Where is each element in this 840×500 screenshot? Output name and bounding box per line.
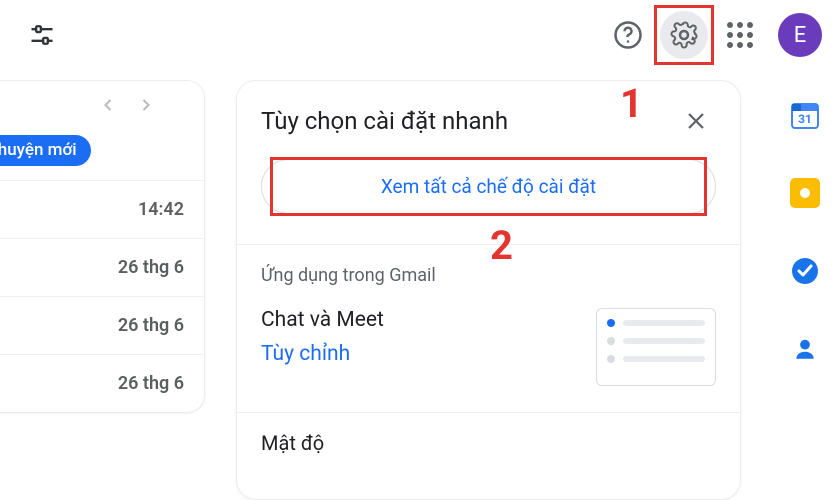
side-panel: 31 bbox=[770, 100, 840, 364]
chat-meet-title: Chat và Meet bbox=[261, 308, 384, 332]
help-icon[interactable] bbox=[604, 11, 652, 59]
settings-button[interactable] bbox=[660, 11, 708, 59]
new-chat-chip[interactable]: o chuyện mới bbox=[0, 135, 91, 166]
keep-icon[interactable] bbox=[790, 178, 820, 208]
calendar-icon[interactable]: 31 bbox=[790, 100, 820, 130]
list-item[interactable]: 26 thg 6 bbox=[0, 354, 204, 412]
tasks-icon[interactable] bbox=[790, 256, 820, 286]
list-item[interactable]: 14:42 bbox=[0, 180, 204, 238]
svg-text:31: 31 bbox=[798, 112, 812, 126]
close-icon bbox=[684, 109, 708, 133]
avatar-initial: E bbox=[794, 23, 807, 48]
scrollbar-thumb[interactable] bbox=[204, 231, 205, 346]
divider bbox=[237, 412, 740, 413]
tune-icon[interactable] bbox=[18, 11, 66, 59]
contacts-icon[interactable] bbox=[790, 334, 820, 364]
gear-icon bbox=[669, 20, 699, 50]
mail-list-panel: 48 o chuyện mới 14:42 26 thg 6 26 thg 6 … bbox=[0, 80, 205, 413]
see-all-settings-label: Xem tất cả chế độ cài đặt bbox=[381, 175, 596, 198]
see-all-settings-button[interactable]: Xem tất cả chế độ cài đặt bbox=[261, 159, 716, 214]
section-label-density: Mật độ bbox=[261, 431, 716, 455]
google-apps-icon[interactable] bbox=[716, 11, 764, 59]
panel-title: Tùy chọn cài đặt nhanh bbox=[261, 107, 508, 135]
section-label-apps: Ứng dụng trong Gmail bbox=[261, 265, 716, 286]
prev-page-button[interactable] bbox=[94, 91, 122, 119]
next-page-button[interactable] bbox=[132, 91, 160, 119]
close-button[interactable] bbox=[676, 101, 716, 141]
list-item[interactable]: 26 thg 6 bbox=[0, 296, 204, 354]
customize-link[interactable]: Tùy chỉnh bbox=[261, 342, 384, 366]
account-avatar[interactable]: E bbox=[778, 13, 822, 57]
top-bar: E bbox=[0, 0, 840, 70]
quick-settings-panel: Tùy chọn cài đặt nhanh Xem tất cả chế độ… bbox=[236, 80, 741, 500]
list-item[interactable]: 26 thg 6 bbox=[0, 238, 204, 296]
divider bbox=[237, 244, 740, 245]
layout-preview bbox=[596, 308, 716, 386]
